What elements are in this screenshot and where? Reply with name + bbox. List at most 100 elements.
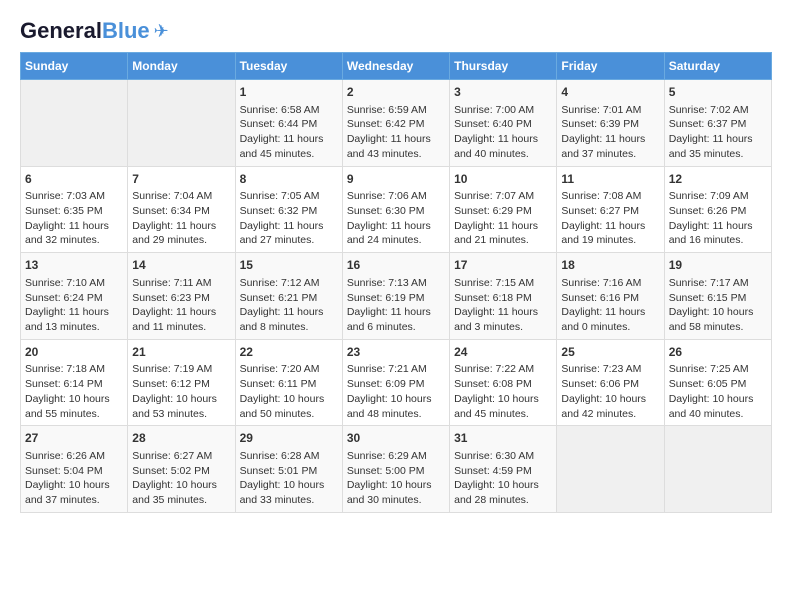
day-info: Sunrise: 6:28 AM <box>240 449 338 464</box>
day-number: 30 <box>347 430 445 447</box>
day-info: Sunrise: 6:58 AM <box>240 103 338 118</box>
day-info: Daylight: 11 hours and 13 minutes. <box>25 305 123 334</box>
day-info: Sunrise: 7:00 AM <box>454 103 552 118</box>
day-number: 29 <box>240 430 338 447</box>
day-info: Sunset: 6:24 PM <box>25 291 123 306</box>
calendar-cell: 14Sunrise: 7:11 AMSunset: 6:23 PMDayligh… <box>128 253 235 340</box>
day-info: Sunset: 6:35 PM <box>25 204 123 219</box>
calendar-cell: 26Sunrise: 7:25 AMSunset: 6:05 PMDayligh… <box>664 339 771 426</box>
day-number: 9 <box>347 171 445 188</box>
day-number: 24 <box>454 344 552 361</box>
calendar-cell: 29 Sunrise: 6:28 AMSunset: 5:01 PMDayligh… <box>235 426 342 513</box>
day-info: Sunrise: 7:04 AM <box>132 189 230 204</box>
day-info: Daylight: 10 hours and 42 minutes. <box>561 392 659 421</box>
day-info: Sunrise: 7:21 AM <box>347 362 445 377</box>
day-info: Daylight: 10 hours and 35 minutes. <box>132 478 230 507</box>
calendar-cell: 10Sunrise: 7:07 AMSunset: 6:29 PMDayligh… <box>450 166 557 253</box>
day-info: Sunset: 6:23 PM <box>132 291 230 306</box>
day-info: Sunset: 6:08 PM <box>454 377 552 392</box>
day-info: Daylight: 10 hours and 30 minutes. <box>347 478 445 507</box>
day-number: 7 <box>132 171 230 188</box>
day-number: 13 <box>25 257 123 274</box>
day-info: Daylight: 11 hours and 8 minutes. <box>240 305 338 334</box>
calendar-cell: 24Sunrise: 7:22 AMSunset: 6:08 PMDayligh… <box>450 339 557 426</box>
day-info: Sunset: 6:06 PM <box>561 377 659 392</box>
calendar-cell: 4Sunrise: 7:01 AMSunset: 6:39 PMDaylight… <box>557 80 664 167</box>
day-number: 15 <box>240 257 338 274</box>
day-info: Daylight: 11 hours and 43 minutes. <box>347 132 445 161</box>
calendar-cell: 21Sunrise: 7:19 AMSunset: 6:12 PMDayligh… <box>128 339 235 426</box>
calendar-cell: 30Sunrise: 6:29 AMSunset: 5:00 PMDayligh… <box>342 426 449 513</box>
day-info: Sunrise: 7:16 AM <box>561 276 659 291</box>
day-info: Sunset: 4:59 PM <box>454 464 552 479</box>
day-info: Sunset: 6:14 PM <box>25 377 123 392</box>
day-info: Sunrise: 6:26 AM <box>25 449 123 464</box>
day-info: Sunrise: 7:18 AM <box>25 362 123 377</box>
day-info: Sunset: 6:32 PM <box>240 204 338 219</box>
day-info: Daylight: 11 hours and 16 minutes. <box>669 219 767 248</box>
calendar-cell: 12Sunrise: 7:09 AMSunset: 6:26 PMDayligh… <box>664 166 771 253</box>
header-day-tuesday: Tuesday <box>235 53 342 80</box>
day-info: Sunrise: 7:22 AM <box>454 362 552 377</box>
day-number: 21 <box>132 344 230 361</box>
day-info: Sunset: 6:29 PM <box>454 204 552 219</box>
calendar-cell: 23Sunrise: 7:21 AMSunset: 6:09 PMDayligh… <box>342 339 449 426</box>
calendar-cell: 31Sunrise: 6:30 AMSunset: 4:59 PMDayligh… <box>450 426 557 513</box>
day-number: 19 <box>669 257 767 274</box>
header-day-thursday: Thursday <box>450 53 557 80</box>
header-day-friday: Friday <box>557 53 664 80</box>
calendar-cell: 3Sunrise: 7:00 AMSunset: 6:40 PMDaylight… <box>450 80 557 167</box>
day-number: 3 <box>454 84 552 101</box>
day-info: Sunrise: 7:11 AM <box>132 276 230 291</box>
day-number: 16 <box>347 257 445 274</box>
day-info: Daylight: 11 hours and 32 minutes. <box>25 219 123 248</box>
calendar-cell: 17Sunrise: 7:15 AMSunset: 6:18 PMDayligh… <box>450 253 557 340</box>
day-info: Sunrise: 7:15 AM <box>454 276 552 291</box>
calendar-header-row: SundayMondayTuesdayWednesdayThursdayFrid… <box>21 53 772 80</box>
day-info: Daylight: 10 hours and 45 minutes. <box>454 392 552 421</box>
day-number: 28 <box>132 430 230 447</box>
day-info: Sunset: 5:00 PM <box>347 464 445 479</box>
calendar-cell: 5Sunrise: 7:02 AMSunset: 6:37 PMDaylight… <box>664 80 771 167</box>
calendar-week-row: 20Sunrise: 7:18 AMSunset: 6:14 PM Dayligh… <box>21 339 772 426</box>
logo-icon: ✈ <box>154 21 169 42</box>
page-header: GeneralBlue ✈ <box>20 20 772 42</box>
day-number: 20 <box>25 344 123 361</box>
day-number: 6 <box>25 171 123 188</box>
day-info: Daylight: 10 hours and 58 minutes. <box>669 305 767 334</box>
day-info: Sunrise: 7:10 AM <box>25 276 123 291</box>
day-info: Sunset: 5:01 PM <box>240 464 338 479</box>
day-info: Sunset: 6:34 PM <box>132 204 230 219</box>
day-info: Daylight: 10 hours and 53 minutes. <box>132 392 230 421</box>
calendar-cell <box>557 426 664 513</box>
day-info: Sunrise: 7:12 AM <box>240 276 338 291</box>
day-number: 8 <box>240 171 338 188</box>
day-info: Sunrise: 7:25 AM <box>669 362 767 377</box>
day-info: Sunset: 6:30 PM <box>347 204 445 219</box>
day-info: Daylight: 11 hours and 29 minutes. <box>132 219 230 248</box>
day-info: Sunrise: 6:59 AM <box>347 103 445 118</box>
day-number: 25 <box>561 344 659 361</box>
logo-text: GeneralBlue <box>20 20 150 42</box>
day-number: 5 <box>669 84 767 101</box>
calendar-cell: 20Sunrise: 7:18 AMSunset: 6:14 PMDayligh… <box>21 339 128 426</box>
day-info: Sunset: 6:19 PM <box>347 291 445 306</box>
calendar-cell: 19Sunrise: 7:17 AMSunset: 6:15 PMDayligh… <box>664 253 771 340</box>
day-number: 27 <box>25 430 123 447</box>
day-info: Sunset: 6:21 PM <box>240 291 338 306</box>
header-day-wednesday: Wednesday <box>342 53 449 80</box>
calendar-cell: 1Sunrise: 6:58 AMSunset: 6:44 PMDaylight… <box>235 80 342 167</box>
day-info: Sunset: 6:09 PM <box>347 377 445 392</box>
day-info: Sunrise: 7:03 AM <box>25 189 123 204</box>
calendar-cell: 9Sunrise: 7:06 AMSunset: 6:30 PMDaylight… <box>342 166 449 253</box>
day-info: Daylight: 11 hours and 24 minutes. <box>347 219 445 248</box>
calendar-cell: 16Sunrise: 7:13 AMSunset: 6:19 PMDayligh… <box>342 253 449 340</box>
day-info: Sunrise: 7:09 AM <box>669 189 767 204</box>
day-info: Daylight: 10 hours and 50 minutes. <box>240 392 338 421</box>
day-number: 4 <box>561 84 659 101</box>
calendar-cell: 13 Sunrise: 7:10 AMSunset: 6:24 PMDayligh… <box>21 253 128 340</box>
day-info: Daylight: 10 hours and 33 minutes. <box>240 478 338 507</box>
day-number: 10 <box>454 171 552 188</box>
day-info: Daylight: 11 hours and 45 minutes. <box>240 132 338 161</box>
day-info: Sunset: 6:42 PM <box>347 117 445 132</box>
